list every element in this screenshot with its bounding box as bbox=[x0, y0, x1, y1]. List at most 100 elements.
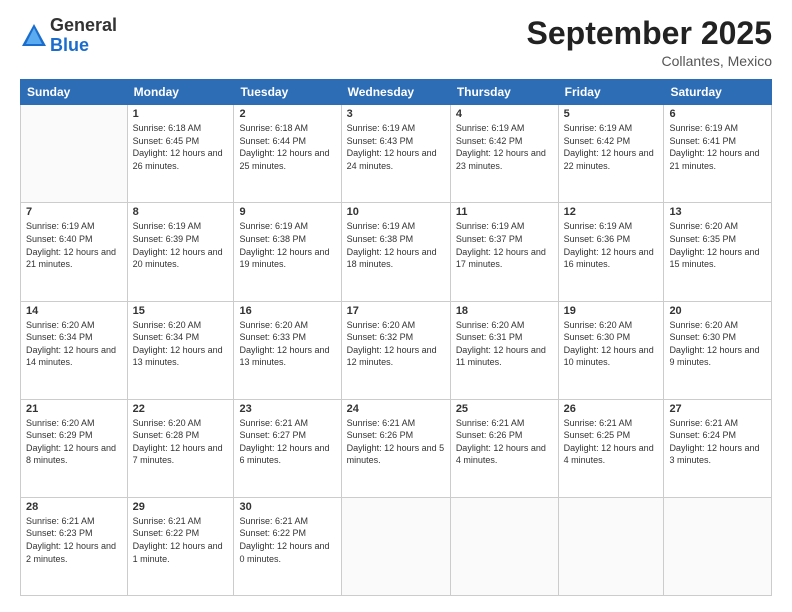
day-number: 8 bbox=[133, 206, 229, 218]
day-info: Sunrise: 6:19 AM Sunset: 6:37 PM Dayligh… bbox=[456, 220, 553, 270]
day-number: 6 bbox=[669, 108, 766, 120]
day-number: 1 bbox=[133, 108, 229, 120]
day-number: 3 bbox=[347, 108, 445, 120]
calendar-cell: 7Sunrise: 6:19 AM Sunset: 6:40 PM Daylig… bbox=[21, 203, 128, 301]
day-number: 20 bbox=[669, 305, 766, 317]
calendar-cell: 28 Sunrise: 6:21 AM Sunset: 6:23 PM Dayli… bbox=[21, 497, 128, 595]
calendar-cell: 12 Sunrise: 6:19 AM Sunset: 6:36 PM Dayli… bbox=[558, 203, 664, 301]
day-info: Sunrise: 6:21 AM Sunset: 6:22 PM Dayligh… bbox=[239, 515, 335, 565]
day-info: Sunrise: 6:19 AM Sunset: 6:38 PM Dayligh… bbox=[239, 220, 335, 270]
day-info: Sunrise: 6:20 AM Sunset: 6:33 PM Dayligh… bbox=[239, 319, 335, 369]
day-number: 2 bbox=[239, 108, 335, 120]
calendar: Sunday Monday Tuesday Wednesday Thursday… bbox=[20, 79, 772, 596]
calendar-cell: 10 Sunrise: 6:19 AM Sunset: 6:38 PM Dayli… bbox=[341, 203, 450, 301]
day-number: 14 bbox=[26, 305, 122, 317]
calendar-cell: 1 Sunrise: 6:18 AM Sunset: 6:45 PM Daylig… bbox=[127, 105, 234, 203]
day-info: Sunrise: 6:20 AM Sunset: 6:35 PM Dayligh… bbox=[669, 220, 766, 270]
day-info: Sunrise: 6:19 AM Sunset: 6:43 PM Dayligh… bbox=[347, 122, 445, 172]
day-info: Sunrise: 6:21 AM Sunset: 6:24 PM Dayligh… bbox=[669, 417, 766, 467]
day-number: 18 bbox=[456, 305, 553, 317]
calendar-cell: 21 Sunrise: 6:20 AM Sunset: 6:29 PM Dayli… bbox=[21, 399, 128, 497]
day-info: Sunrise: 6:21 AM Sunset: 6:23 PM Dayligh… bbox=[26, 515, 122, 565]
calendar-week-3: 21 Sunrise: 6:20 AM Sunset: 6:29 PM Dayli… bbox=[21, 399, 772, 497]
calendar-cell: 3 Sunrise: 6:19 AM Sunset: 6:43 PM Daylig… bbox=[341, 105, 450, 203]
calendar-cell: 26 Sunrise: 6:21 AM Sunset: 6:25 PM Dayli… bbox=[558, 399, 664, 497]
calendar-cell bbox=[341, 497, 450, 595]
day-number: 28 bbox=[26, 501, 122, 513]
calendar-cell: 22 Sunrise: 6:20 AM Sunset: 6:28 PM Dayli… bbox=[127, 399, 234, 497]
calendar-cell: 11Sunrise: 6:19 AM Sunset: 6:37 PM Dayli… bbox=[450, 203, 558, 301]
calendar-week-0: 1 Sunrise: 6:18 AM Sunset: 6:45 PM Daylig… bbox=[21, 105, 772, 203]
day-info: Sunrise: 6:20 AM Sunset: 6:34 PM Dayligh… bbox=[26, 319, 122, 369]
weekday-tuesday: Tuesday bbox=[234, 80, 341, 105]
calendar-cell: 14 Sunrise: 6:20 AM Sunset: 6:34 PM Dayli… bbox=[21, 301, 128, 399]
calendar-cell: 4Sunrise: 6:19 AM Sunset: 6:42 PM Daylig… bbox=[450, 105, 558, 203]
day-number: 27 bbox=[669, 403, 766, 415]
title-block: September 2025 Collantes, Mexico bbox=[527, 16, 772, 69]
day-info: Sunrise: 6:21 AM Sunset: 6:25 PM Dayligh… bbox=[564, 417, 659, 467]
day-info: Sunrise: 6:20 AM Sunset: 6:28 PM Dayligh… bbox=[133, 417, 229, 467]
day-number: 22 bbox=[133, 403, 229, 415]
weekday-thursday: Thursday bbox=[450, 80, 558, 105]
day-number: 21 bbox=[26, 403, 122, 415]
calendar-week-2: 14 Sunrise: 6:20 AM Sunset: 6:34 PM Dayli… bbox=[21, 301, 772, 399]
calendar-cell: 18Sunrise: 6:20 AM Sunset: 6:31 PM Dayli… bbox=[450, 301, 558, 399]
logo-general-text: General bbox=[50, 15, 117, 35]
day-number: 25 bbox=[456, 403, 553, 415]
calendar-cell bbox=[450, 497, 558, 595]
calendar-cell: 5 Sunrise: 6:19 AM Sunset: 6:42 PM Daylig… bbox=[558, 105, 664, 203]
calendar-cell: 24 Sunrise: 6:21 AM Sunset: 6:26 PM Dayli… bbox=[341, 399, 450, 497]
calendar-cell: 23Sunrise: 6:21 AM Sunset: 6:27 PM Dayli… bbox=[234, 399, 341, 497]
weekday-saturday: Saturday bbox=[664, 80, 772, 105]
header: General Blue September 2025 Collantes, M… bbox=[20, 16, 772, 69]
day-info: Sunrise: 6:21 AM Sunset: 6:26 PM Dayligh… bbox=[456, 417, 553, 467]
weekday-friday: Friday bbox=[558, 80, 664, 105]
day-number: 12 bbox=[564, 206, 659, 218]
location: Collantes, Mexico bbox=[527, 53, 772, 69]
day-number: 5 bbox=[564, 108, 659, 120]
calendar-cell: 8Sunrise: 6:19 AM Sunset: 6:39 PM Daylig… bbox=[127, 203, 234, 301]
calendar-cell: 19Sunrise: 6:20 AM Sunset: 6:30 PM Dayli… bbox=[558, 301, 664, 399]
calendar-cell: 15 Sunrise: 6:20 AM Sunset: 6:34 PM Dayli… bbox=[127, 301, 234, 399]
day-info: Sunrise: 6:19 AM Sunset: 6:36 PM Dayligh… bbox=[564, 220, 659, 270]
calendar-cell: 13Sunrise: 6:20 AM Sunset: 6:35 PM Dayli… bbox=[664, 203, 772, 301]
calendar-cell: 17 Sunrise: 6:20 AM Sunset: 6:32 PM Dayli… bbox=[341, 301, 450, 399]
day-number: 26 bbox=[564, 403, 659, 415]
day-number: 15 bbox=[133, 305, 229, 317]
day-info: Sunrise: 6:21 AM Sunset: 6:26 PM Dayligh… bbox=[347, 417, 445, 467]
day-number: 17 bbox=[347, 305, 445, 317]
day-info: Sunrise: 6:20 AM Sunset: 6:30 PM Dayligh… bbox=[669, 319, 766, 369]
day-info: Sunrise: 6:21 AM Sunset: 6:22 PM Dayligh… bbox=[133, 515, 229, 565]
calendar-cell bbox=[21, 105, 128, 203]
day-info: Sunrise: 6:20 AM Sunset: 6:34 PM Dayligh… bbox=[133, 319, 229, 369]
day-info: Sunrise: 6:19 AM Sunset: 6:41 PM Dayligh… bbox=[669, 122, 766, 172]
day-info: Sunrise: 6:19 AM Sunset: 6:38 PM Dayligh… bbox=[347, 220, 445, 270]
calendar-cell: 16 Sunrise: 6:20 AM Sunset: 6:33 PM Dayli… bbox=[234, 301, 341, 399]
calendar-header: Sunday Monday Tuesday Wednesday Thursday… bbox=[21, 80, 772, 105]
day-number: 30 bbox=[239, 501, 335, 513]
calendar-cell: 2Sunrise: 6:18 AM Sunset: 6:44 PM Daylig… bbox=[234, 105, 341, 203]
day-number: 16 bbox=[239, 305, 335, 317]
page: General Blue September 2025 Collantes, M… bbox=[0, 0, 792, 612]
day-number: 29 bbox=[133, 501, 229, 513]
day-info: Sunrise: 6:20 AM Sunset: 6:32 PM Dayligh… bbox=[347, 319, 445, 369]
weekday-row: Sunday Monday Tuesday Wednesday Thursday… bbox=[21, 80, 772, 105]
calendar-cell bbox=[664, 497, 772, 595]
calendar-body: 1 Sunrise: 6:18 AM Sunset: 6:45 PM Daylig… bbox=[21, 105, 772, 596]
weekday-sunday: Sunday bbox=[21, 80, 128, 105]
day-number: 19 bbox=[564, 305, 659, 317]
day-info: Sunrise: 6:19 AM Sunset: 6:42 PM Dayligh… bbox=[456, 122, 553, 172]
day-info: Sunrise: 6:20 AM Sunset: 6:29 PM Dayligh… bbox=[26, 417, 122, 467]
weekday-monday: Monday bbox=[127, 80, 234, 105]
day-info: Sunrise: 6:19 AM Sunset: 6:42 PM Dayligh… bbox=[564, 122, 659, 172]
calendar-cell bbox=[558, 497, 664, 595]
calendar-cell: 29 Sunrise: 6:21 AM Sunset: 6:22 PM Dayli… bbox=[127, 497, 234, 595]
day-number: 24 bbox=[347, 403, 445, 415]
weekday-wednesday: Wednesday bbox=[341, 80, 450, 105]
logo-blue-text: Blue bbox=[50, 35, 89, 55]
logo-icon bbox=[20, 22, 48, 50]
day-info: Sunrise: 6:18 AM Sunset: 6:45 PM Dayligh… bbox=[133, 122, 229, 172]
day-number: 10 bbox=[347, 206, 445, 218]
calendar-week-1: 7Sunrise: 6:19 AM Sunset: 6:40 PM Daylig… bbox=[21, 203, 772, 301]
calendar-cell: 9Sunrise: 6:19 AM Sunset: 6:38 PM Daylig… bbox=[234, 203, 341, 301]
